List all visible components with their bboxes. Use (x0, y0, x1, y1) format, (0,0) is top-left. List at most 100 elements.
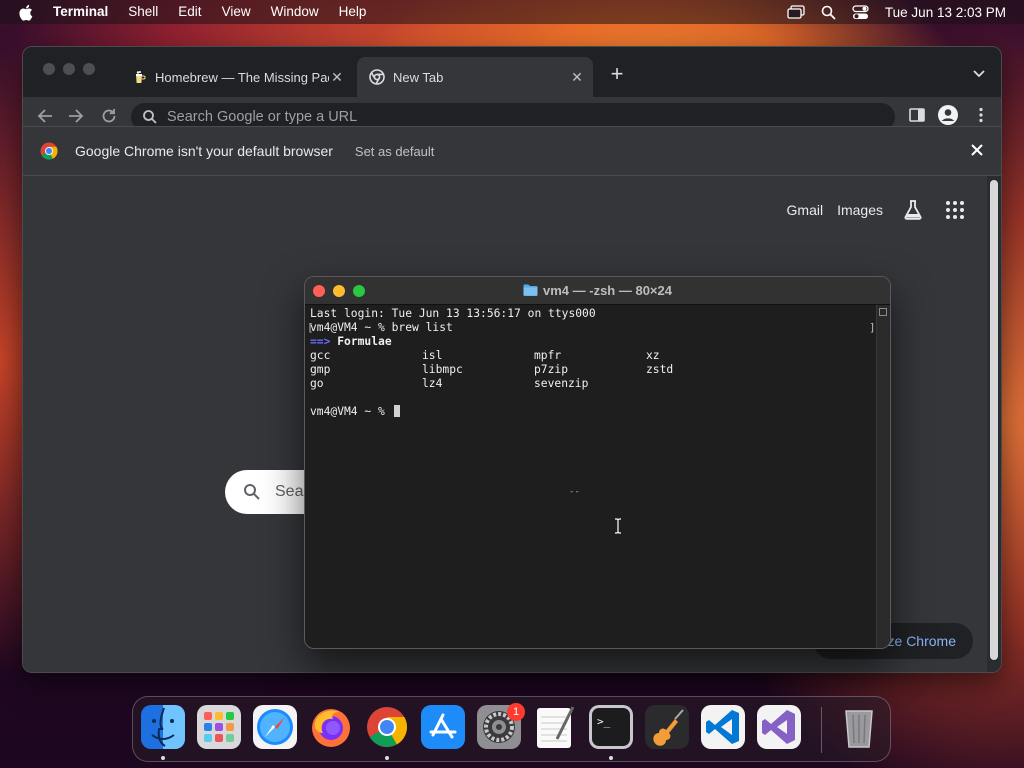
formulae-row: gcc isl mpfr xz (310, 349, 874, 363)
folder-icon (523, 278, 538, 296)
svg-text:>_: >_ (597, 715, 611, 728)
notification-badge: 1 (507, 703, 525, 721)
side-panel-icon[interactable] (907, 105, 927, 125)
images-link[interactable]: Images (837, 202, 883, 218)
menu-window[interactable]: Window (271, 0, 319, 24)
running-indicator (385, 756, 389, 760)
command-line-brew-list: vm4@VM4 ~ % brew list (310, 321, 453, 334)
menu-shell[interactable]: Shell (128, 0, 158, 24)
tab-title: Homebrew — The Missing Package Manager f… (155, 69, 329, 85)
visual-studio-icon[interactable] (757, 705, 801, 749)
homebrew-favicon-icon (131, 69, 147, 85)
firefox-icon[interactable] (309, 705, 353, 749)
dock-separator (821, 707, 822, 753)
chrome-window-controls (43, 63, 103, 75)
trash-icon[interactable] (837, 705, 881, 749)
safari-icon[interactable] (253, 705, 297, 749)
google-chrome-icon[interactable] (365, 705, 409, 749)
terminal-scrollbar[interactable] (876, 305, 890, 648)
reload-icon[interactable] (99, 106, 119, 126)
section-arrow: ==> (310, 335, 331, 348)
formula-item: go (310, 377, 324, 390)
formula-item: lz4 (422, 377, 443, 390)
ntp-top-links: Gmail Images (773, 198, 967, 222)
formula-item: isl (422, 349, 443, 362)
close-window-button[interactable] (43, 63, 55, 75)
formula-item: p7zip (534, 363, 569, 376)
textedit-icon[interactable] (533, 705, 577, 749)
google-apps-grid-icon[interactable] (943, 198, 967, 222)
page-scrollbar-thumb[interactable] (990, 180, 998, 660)
garageband-icon[interactable] (645, 705, 689, 749)
stray-mark: -- (569, 487, 580, 497)
omnibox-placeholder: Search Google or type a URL (167, 109, 358, 125)
terminal-app-icon[interactable]: >_ (589, 705, 633, 749)
infobar-message: Google Chrome isn't your default browser (75, 143, 333, 159)
terminal-window: vm4 — -zsh — 80×24 Last login: Tue Jun 1… (304, 276, 891, 649)
tab-new-tab[interactable]: New Tab ✕ (357, 57, 593, 97)
formulae-row: go lz4 sevenzip (310, 377, 874, 391)
zoom-window-button[interactable] (83, 63, 95, 75)
scrollbar-button[interactable] (879, 308, 887, 316)
mark-bracket-left: [ (307, 321, 314, 334)
close-tab-icon[interactable]: ✕ (569, 69, 585, 85)
profile-avatar-icon[interactable] (937, 104, 959, 126)
terminal-output[interactable]: Last login: Tue Jun 13 13:56:17 on ttys0… (310, 307, 874, 637)
menu-edit[interactable]: Edit (178, 0, 201, 24)
chrome-favicon-icon (369, 69, 385, 85)
set-as-default-button[interactable]: Set as default (355, 144, 435, 159)
tab-search-chevron-icon[interactable] (969, 63, 989, 83)
formula-item: libmpc (422, 363, 463, 376)
formula-item: zstd (646, 363, 674, 376)
menu-bar-clock[interactable]: Tue Jun 13 2:03 PM (885, 5, 1006, 20)
menu-app-name[interactable]: Terminal (53, 0, 108, 24)
text-cursor (393, 405, 400, 417)
app-store-icon[interactable] (421, 705, 465, 749)
last-login-line: Last login: Tue Jun 13 13:56:17 on ttys0… (310, 307, 596, 320)
terminal-caption: vm4 — -zsh — 80×24 (305, 277, 890, 305)
search-icon (243, 483, 261, 501)
tab-homebrew[interactable]: Homebrew — The Missing Package Manager f… (119, 57, 353, 97)
terminal-title-bar[interactable]: vm4 — -zsh — 80×24 (305, 277, 890, 305)
gmail-link[interactable]: Gmail (787, 202, 824, 218)
control-center-icon[interactable] (852, 4, 869, 20)
vscode-icon[interactable] (701, 705, 745, 749)
minimize-window-button[interactable] (63, 63, 75, 75)
running-indicator (161, 756, 165, 760)
formula-item: xz (646, 349, 660, 362)
ntp-search-placeholder: Sea (275, 483, 304, 500)
terminal-title: vm4 — -zsh — 80×24 (543, 283, 672, 298)
screen-mirroring-icon[interactable] (787, 5, 805, 19)
apple-menu-icon[interactable] (18, 4, 34, 21)
formulae-header: ==> Formulae (310, 335, 874, 349)
back-arrow-icon[interactable] (35, 106, 55, 126)
spotlight-search-icon[interactable] (821, 5, 836, 20)
search-icon (142, 109, 158, 125)
close-infobar-icon[interactable] (970, 143, 984, 157)
tab-title: New Tab (393, 69, 444, 85)
default-browser-infobar: Google Chrome isn't your default browser… (23, 126, 1001, 176)
menu-bar: Terminal Shell Edit View Window Help Tue… (0, 0, 1024, 24)
prompt-text: vm4@VM4 ~ % (310, 405, 392, 418)
finder-icon[interactable] (141, 705, 185, 749)
mark-bracket-right: ] (869, 321, 876, 334)
formula-item: gmp (310, 363, 331, 376)
running-indicator (609, 756, 613, 760)
menu-help[interactable]: Help (339, 0, 367, 24)
labs-flask-icon[interactable] (901, 198, 925, 222)
dock: 1 >_ (132, 696, 891, 762)
forward-arrow-icon[interactable] (66, 106, 86, 126)
formula-item: gcc (310, 349, 331, 362)
chrome-menu-icon[interactable] (971, 105, 991, 125)
formula-item: mpfr (534, 349, 562, 362)
formula-item: sevenzip (534, 377, 589, 390)
formulae-row: gmp libmpc p7zip zstd (310, 363, 874, 377)
current-prompt: vm4@VM4 ~ % (310, 405, 874, 419)
launchpad-icon[interactable] (197, 705, 241, 749)
new-tab-plus-icon[interactable]: + (605, 63, 629, 87)
chrome-logo-icon (40, 142, 58, 160)
section-title: Formulae (337, 335, 392, 348)
close-tab-icon[interactable]: ✕ (329, 69, 345, 85)
menu-view[interactable]: View (222, 0, 251, 24)
